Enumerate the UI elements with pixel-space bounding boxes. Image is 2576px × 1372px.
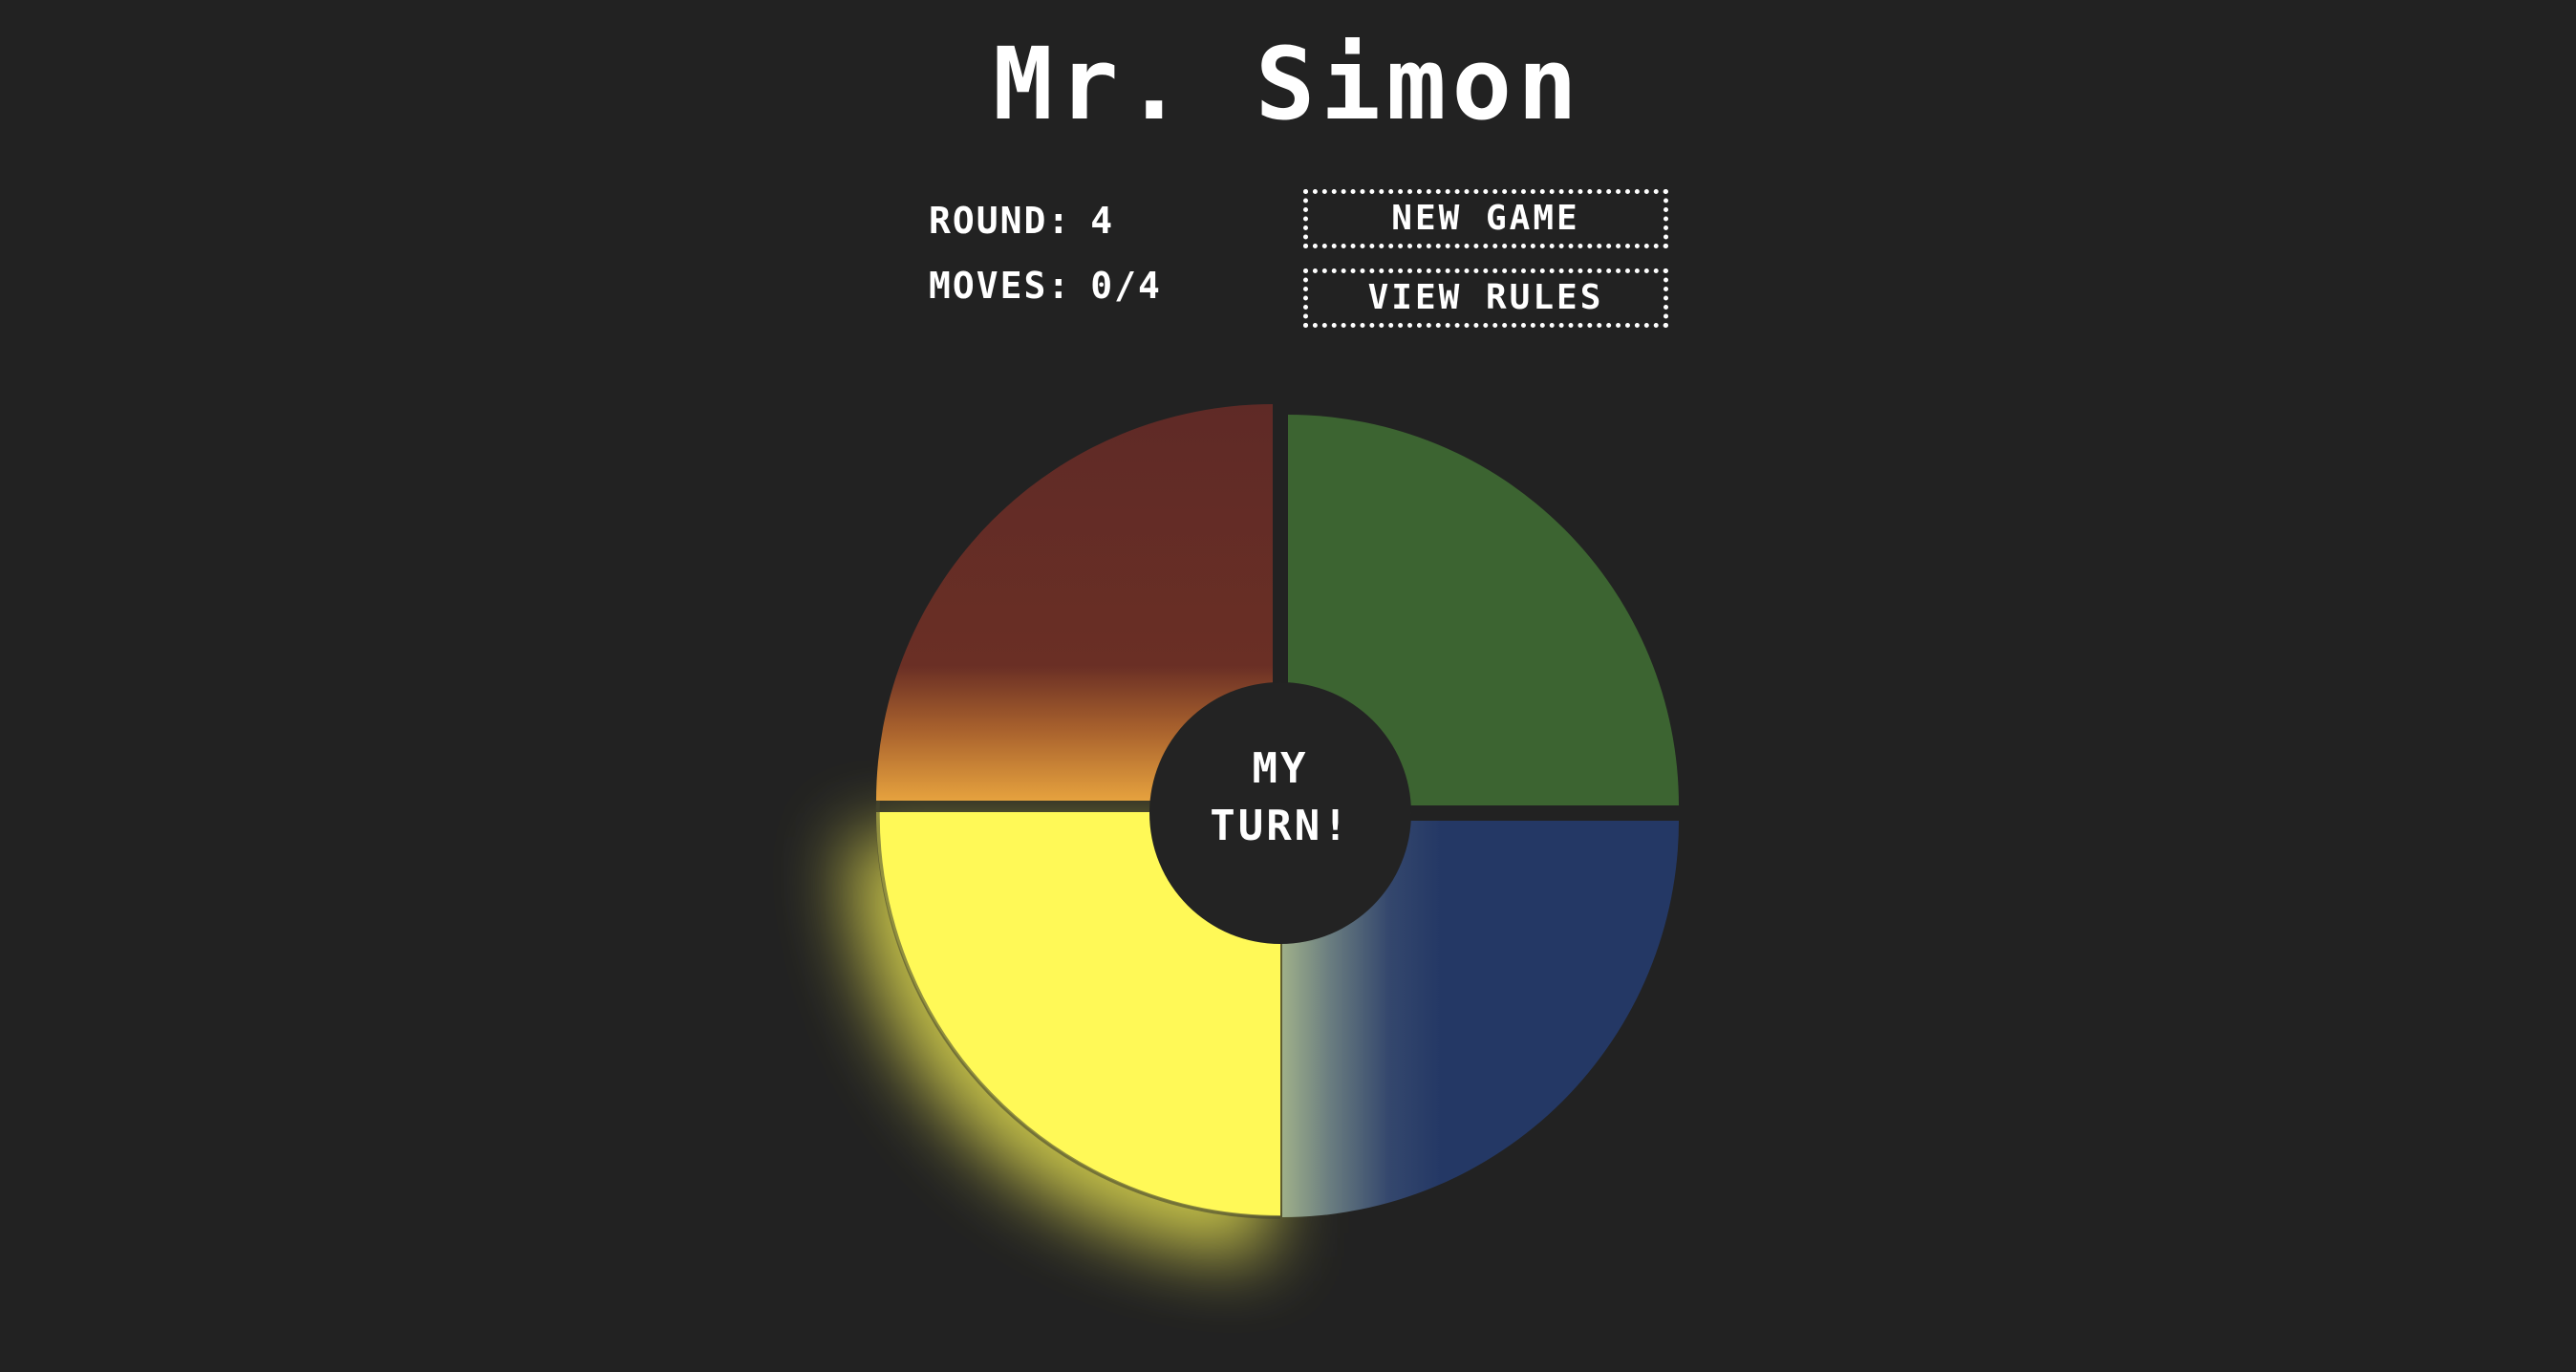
turn-indicator-line1: MY (1252, 744, 1309, 793)
turn-indicator: MY TURN! (1151, 740, 1409, 855)
simon-board (848, 404, 1679, 1257)
turn-indicator-line2: TURN! (1210, 802, 1351, 850)
